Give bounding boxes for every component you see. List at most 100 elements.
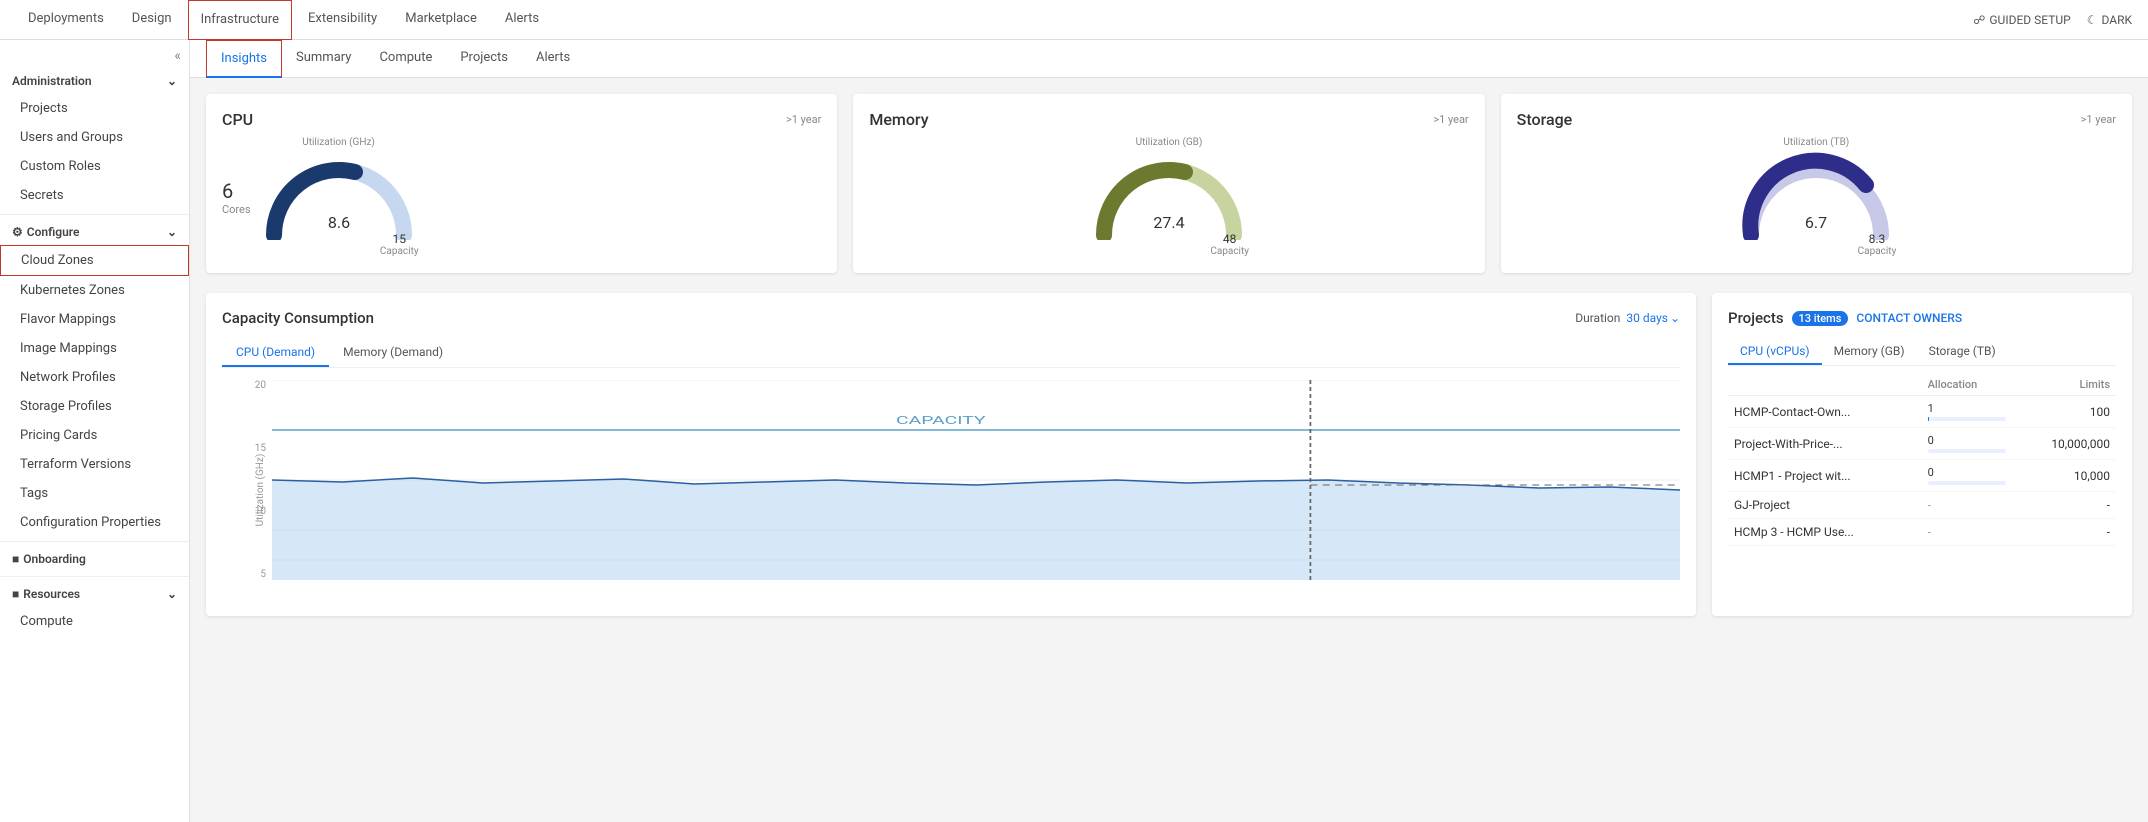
sidebar-item-image-mappings[interactable]: Image Mappings xyxy=(0,334,189,363)
duration-value[interactable]: 30 days ⌄ xyxy=(1626,311,1680,325)
storage-metric-card: Storage >1 year Utilization (TB) 6.7 xyxy=(1501,94,2132,273)
project-name-cell: Project-With-Price-... xyxy=(1728,428,1922,460)
metrics-row: CPU >1 year 6 Cores Utilization (GHz) xyxy=(206,94,2132,273)
sidebar-item-tags[interactable]: Tags xyxy=(0,479,189,508)
cpu-gauge-svg: 8.6 xyxy=(259,150,419,240)
svg-text:CAPACITY: CAPACITY xyxy=(896,414,986,427)
projects-panel: Projects 13 items CONTACT OWNERS CPU (vC… xyxy=(1712,293,2132,616)
sidebar-section-configure[interactable]: ⚙ Configure ⌄ xyxy=(0,219,189,245)
sidebar-section-administration[interactable]: Administration ⌄ xyxy=(0,68,189,94)
top-nav-links: Deployments Design Infrastructure Extens… xyxy=(16,0,551,40)
memory-card-header: Memory >1 year xyxy=(869,110,1468,129)
resources-icon: ■ xyxy=(12,587,19,601)
sub-nav-projects[interactable]: Projects xyxy=(446,40,522,78)
projects-tab-storage[interactable]: Storage (TB) xyxy=(1917,339,2008,365)
cpu-time: >1 year xyxy=(786,113,821,126)
sidebar-collapse-button[interactable]: « xyxy=(174,48,181,64)
sidebar-item-storage-profiles[interactable]: Storage Profiles xyxy=(0,392,189,421)
chart-tab-cpu-demand[interactable]: CPU (Demand) xyxy=(222,339,329,367)
top-navigation: Deployments Design Infrastructure Extens… xyxy=(0,0,2148,40)
sub-nav-summary[interactable]: Summary xyxy=(282,40,365,78)
table-row: HCMp 3 - HCMP Use...-- xyxy=(1728,519,2116,546)
sidebar-item-users-groups[interactable]: Users and Groups xyxy=(0,123,189,152)
sub-nav-insights[interactable]: Insights xyxy=(206,40,282,78)
cpu-unit-label: Utilization (GHz) xyxy=(302,137,375,148)
sidebar-item-flavor-mappings[interactable]: Flavor Mappings xyxy=(0,305,189,334)
guided-setup-label: GUIDED SETUP xyxy=(1989,13,2070,27)
memory-gauge: Utilization (GB) 27.4 48 Capacity xyxy=(1089,137,1249,257)
sidebar-item-secrets[interactable]: Secrets xyxy=(0,181,189,210)
duration-label: Duration xyxy=(1575,311,1620,325)
table-row: GJ-Project-- xyxy=(1728,492,2116,519)
projects-table: Allocation Limits HCMP-Contact-Own...1 1… xyxy=(1728,374,2116,546)
cpu-gauge: Utilization (GHz) 8.6 xyxy=(259,137,419,257)
project-limits-cell: - xyxy=(2012,492,2116,519)
chevron-down-icon-resources: ⌄ xyxy=(167,587,177,601)
sidebar-item-network-profiles[interactable]: Network Profiles xyxy=(0,363,189,392)
sub-nav-compute[interactable]: Compute xyxy=(365,40,446,78)
project-limits-cell: 10,000,000 xyxy=(2012,428,2116,460)
project-allocation-cell: 1 xyxy=(1922,396,2013,428)
projects-tabs: CPU (vCPUs) Memory (GB) Storage (TB) xyxy=(1728,339,2116,366)
sub-nav-alerts[interactable]: Alerts xyxy=(522,40,584,78)
project-name-cell: HCMp 3 - HCMP Use... xyxy=(1728,519,1922,546)
main-content: Insights Summary Compute Projects Alerts… xyxy=(190,40,2148,822)
nav-alerts[interactable]: Alerts xyxy=(493,0,551,40)
table-row: HCMP-Contact-Own...1 100 xyxy=(1728,396,2116,428)
duration-selector: Duration 30 days ⌄ xyxy=(1575,311,1680,325)
memory-metric-body: Utilization (GB) 27.4 48 Capacity xyxy=(869,137,1468,257)
chart-tab-memory-demand[interactable]: Memory (Demand) xyxy=(329,339,457,367)
moon-icon: ☾ xyxy=(2087,13,2098,27)
col-name xyxy=(1728,374,1922,396)
sidebar-item-compute[interactable]: Compute xyxy=(0,607,189,636)
chevron-down-icon-configure: ⌄ xyxy=(167,225,177,239)
top-nav-right: ☍ GUIDED SETUP ☾ DARK xyxy=(1973,13,2132,27)
capacity-chart-svg: CAPACITY xyxy=(272,380,1680,580)
capacity-header: Capacity Consumption Duration 30 days ⌄ xyxy=(222,309,1680,327)
sidebar-item-kubernetes-zones[interactable]: Kubernetes Zones xyxy=(0,276,189,305)
nav-deployments[interactable]: Deployments xyxy=(16,0,116,40)
sidebar-item-custom-roles[interactable]: Custom Roles xyxy=(0,152,189,181)
nav-infrastructure[interactable]: Infrastructure xyxy=(188,0,292,40)
project-allocation-cell: - xyxy=(1922,519,2013,546)
sidebar-item-terraform-versions[interactable]: Terraform Versions xyxy=(0,450,189,479)
table-row: Project-With-Price-...0 10,000,000 xyxy=(1728,428,2116,460)
guided-setup-button[interactable]: ☍ GUIDED SETUP xyxy=(1973,13,2071,27)
nav-marketplace[interactable]: Marketplace xyxy=(393,0,489,40)
project-limits-cell: 100 xyxy=(2012,396,2116,428)
y-axis-title: Utilization (GHz) xyxy=(255,454,266,527)
sidebar-item-configuration-properties[interactable]: Configuration Properties xyxy=(0,508,189,537)
memory-gauge-labels: 48 Capacity xyxy=(1089,232,1249,257)
project-allocation-cell: 0 xyxy=(1922,460,2013,492)
projects-tab-cpu[interactable]: CPU (vCPUs) xyxy=(1728,339,1822,365)
cpu-cores-block: 6 Cores xyxy=(222,179,251,216)
dark-mode-label: DARK xyxy=(2101,13,2132,27)
storage-gauge: Utilization (TB) 6.7 8.3 Capacity xyxy=(1736,137,1896,257)
project-limits-cell: 10,000 xyxy=(2012,460,2116,492)
storage-capacity-value: 8.3 xyxy=(1869,232,1886,246)
projects-table-header: Allocation Limits xyxy=(1728,374,2116,396)
memory-metric-card: Memory >1 year Utilization (GB) 27.4 xyxy=(853,94,1484,273)
svg-text:6.7: 6.7 xyxy=(1805,213,1827,232)
sidebar-item-pricing-cards[interactable]: Pricing Cards xyxy=(0,421,189,450)
projects-tab-memory[interactable]: Memory (GB) xyxy=(1822,339,1917,365)
sidebar-item-cloud-zones[interactable]: Cloud Zones xyxy=(0,245,189,276)
insights-content: CPU >1 year 6 Cores Utilization (GHz) xyxy=(190,78,2148,632)
sidebar: « Administration ⌄ Projects Users and Gr… xyxy=(0,40,190,822)
project-allocation-cell: 0 xyxy=(1922,428,2013,460)
projects-count-badge: 13 items xyxy=(1792,311,1849,326)
cpu-gauge-labels: 15 Capacity xyxy=(259,232,419,257)
project-name-cell: HCMP-Contact-Own... xyxy=(1728,396,1922,428)
projects-panel-title: Projects xyxy=(1728,309,1784,327)
sidebar-section-resources[interactable]: ■ Resources ⌄ xyxy=(0,581,189,607)
storage-card-header: Storage >1 year xyxy=(1517,110,2116,129)
bottom-section: Capacity Consumption Duration 30 days ⌄ … xyxy=(206,293,2132,616)
dark-mode-toggle[interactable]: ☾ DARK xyxy=(2087,13,2132,27)
nav-extensibility[interactable]: Extensibility xyxy=(296,0,389,40)
sidebar-item-projects[interactable]: Projects xyxy=(0,94,189,123)
chart-area: 20 15 10 5 Utilization (GHz) xyxy=(222,380,1680,600)
storage-capacity-label: Capacity xyxy=(1858,246,1897,257)
nav-design[interactable]: Design xyxy=(120,0,184,40)
sidebar-section-onboarding[interactable]: ■ Onboarding xyxy=(0,546,189,572)
contact-owners-button[interactable]: CONTACT OWNERS xyxy=(1856,311,1962,325)
